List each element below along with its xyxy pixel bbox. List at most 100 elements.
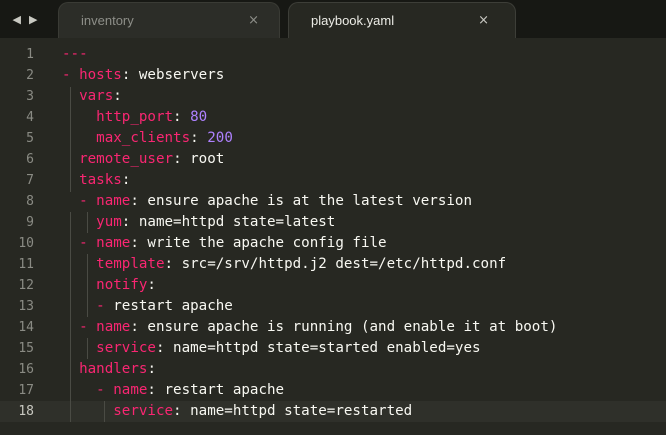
code-line[interactable]: notify: [62, 275, 662, 296]
code-token: : ensure apache is running (and enable i… [130, 319, 558, 335]
editor-window: ◀ ▶ inventory × playbook.yaml × 12345678… [0, 0, 666, 435]
code-line[interactable]: handlers: [62, 359, 662, 380]
code-token: : name=httpd state=started enabled=yes [155, 340, 481, 356]
code-token: template [96, 256, 165, 272]
code-token: : restart apache [147, 382, 285, 398]
line-number: 11 [18, 257, 34, 272]
close-icon[interactable]: × [248, 13, 259, 28]
line-number: 2 [26, 68, 34, 83]
code-line[interactable]: template: src=/srv/httpd.j2 dest=/etc/ht… [62, 254, 662, 275]
line-number: 4 [26, 110, 34, 125]
code-token: max_clients [96, 130, 191, 146]
line-number: 14 [18, 320, 34, 335]
line-number-gutter: 1 2 3 4 5 6 7 8 9 10 11 12 13 14 15 16 17 18 [0, 44, 44, 422]
code-token: : src=/srv/httpd.j2 dest=/etc/httpd.conf [164, 256, 507, 272]
code-token: : write the apache config file [130, 235, 387, 251]
code-token: name [113, 382, 148, 398]
code-token: name [96, 319, 131, 335]
code-token: : [147, 361, 156, 377]
code-line[interactable]: - restart apache [62, 296, 662, 317]
forward-arrow-icon[interactable]: ▶ [29, 13, 37, 26]
code-token: : [147, 277, 156, 293]
code-token: vars [79, 88, 114, 104]
code-token: - [62, 319, 97, 335]
code-line[interactable]: service: name=httpd state=restarted [62, 401, 662, 422]
code-token: - [62, 382, 114, 398]
code-token: name [96, 235, 131, 251]
code-line[interactable]: - name: write the apache config file [62, 233, 662, 254]
code-token: : [113, 88, 122, 104]
code-line[interactable]: --- [62, 44, 662, 65]
line-number: 17 [18, 383, 34, 398]
tab-playbook-yaml[interactable]: playbook.yaml × [288, 2, 516, 38]
line-number: 10 [18, 236, 34, 251]
code-editor[interactable]: 1 2 3 4 5 6 7 8 9 10 11 12 13 14 15 16 17 18 --- - hosts: … [0, 38, 666, 435]
code-token: - [62, 193, 97, 209]
code-token: : root [173, 151, 225, 167]
tab-label: playbook.yaml [311, 13, 395, 28]
line-number: 9 [26, 215, 34, 230]
line-number: 13 [18, 299, 34, 314]
code-token: hosts [79, 67, 122, 83]
code-token: : name=httpd state=restarted [173, 403, 413, 419]
line-number: 12 [18, 278, 34, 293]
tab-label: inventory [81, 13, 134, 28]
code-line[interactable]: - hosts: webservers [62, 65, 662, 86]
code-token: : [121, 172, 131, 188]
line-number: 8 [26, 194, 34, 209]
code-line[interactable]: yum: name=httpd state=latest [62, 212, 662, 233]
code-area[interactable]: --- - hosts: webservers vars: http_port: … [62, 44, 662, 422]
code-token: - [62, 298, 114, 314]
code-line[interactable]: - name: restart apache [62, 380, 662, 401]
code-line[interactable]: http_port: 80 [62, 107, 662, 128]
code-token: : [173, 109, 191, 125]
code-token: : webservers [121, 67, 225, 83]
code-token: http_port [96, 109, 174, 125]
code-token: handlers [79, 361, 148, 377]
code-line[interactable]: - name: ensure apache is at the latest v… [62, 191, 662, 212]
line-number: 7 [26, 173, 34, 188]
back-arrow-icon[interactable]: ◀ [13, 13, 21, 26]
line-number: 15 [18, 341, 34, 356]
code-token: : name=httpd state=latest [121, 214, 336, 230]
code-line[interactable]: tasks: [62, 170, 662, 191]
line-number: 16 [18, 362, 34, 377]
code-token: 80 [190, 109, 208, 125]
code-token: - [62, 235, 97, 251]
tab-inventory[interactable]: inventory × [58, 2, 280, 38]
code-line[interactable]: - name: ensure apache is running (and en… [62, 317, 662, 338]
code-token: --- [62, 46, 88, 62]
code-token: yum [96, 214, 122, 230]
code-token: 200 [207, 130, 233, 146]
code-token: notify [96, 277, 148, 293]
code-token: : [190, 130, 208, 146]
close-icon[interactable]: × [478, 13, 489, 28]
code-line[interactable]: vars: [62, 86, 662, 107]
code-token: restart apache [113, 298, 233, 314]
tab-navigation: ◀ ▶ [0, 0, 50, 38]
code-token: : ensure apache is at the latest version [130, 193, 473, 209]
line-number: 18 [18, 404, 34, 419]
code-token: name [96, 193, 131, 209]
code-line[interactable]: service: name=httpd state=started enable… [62, 338, 662, 359]
code-line[interactable]: remote_user: root [62, 149, 662, 170]
code-line[interactable]: max_clients: 200 [62, 128, 662, 149]
line-number: 5 [26, 131, 34, 146]
tab-bar: ◀ ▶ inventory × playbook.yaml × [0, 0, 666, 38]
code-token: remote_user [79, 151, 174, 167]
code-token: service [113, 403, 174, 419]
code-token: - [62, 67, 80, 83]
line-number: 3 [26, 89, 34, 104]
line-number: 1 [26, 47, 34, 62]
code-token: tasks [79, 172, 122, 188]
